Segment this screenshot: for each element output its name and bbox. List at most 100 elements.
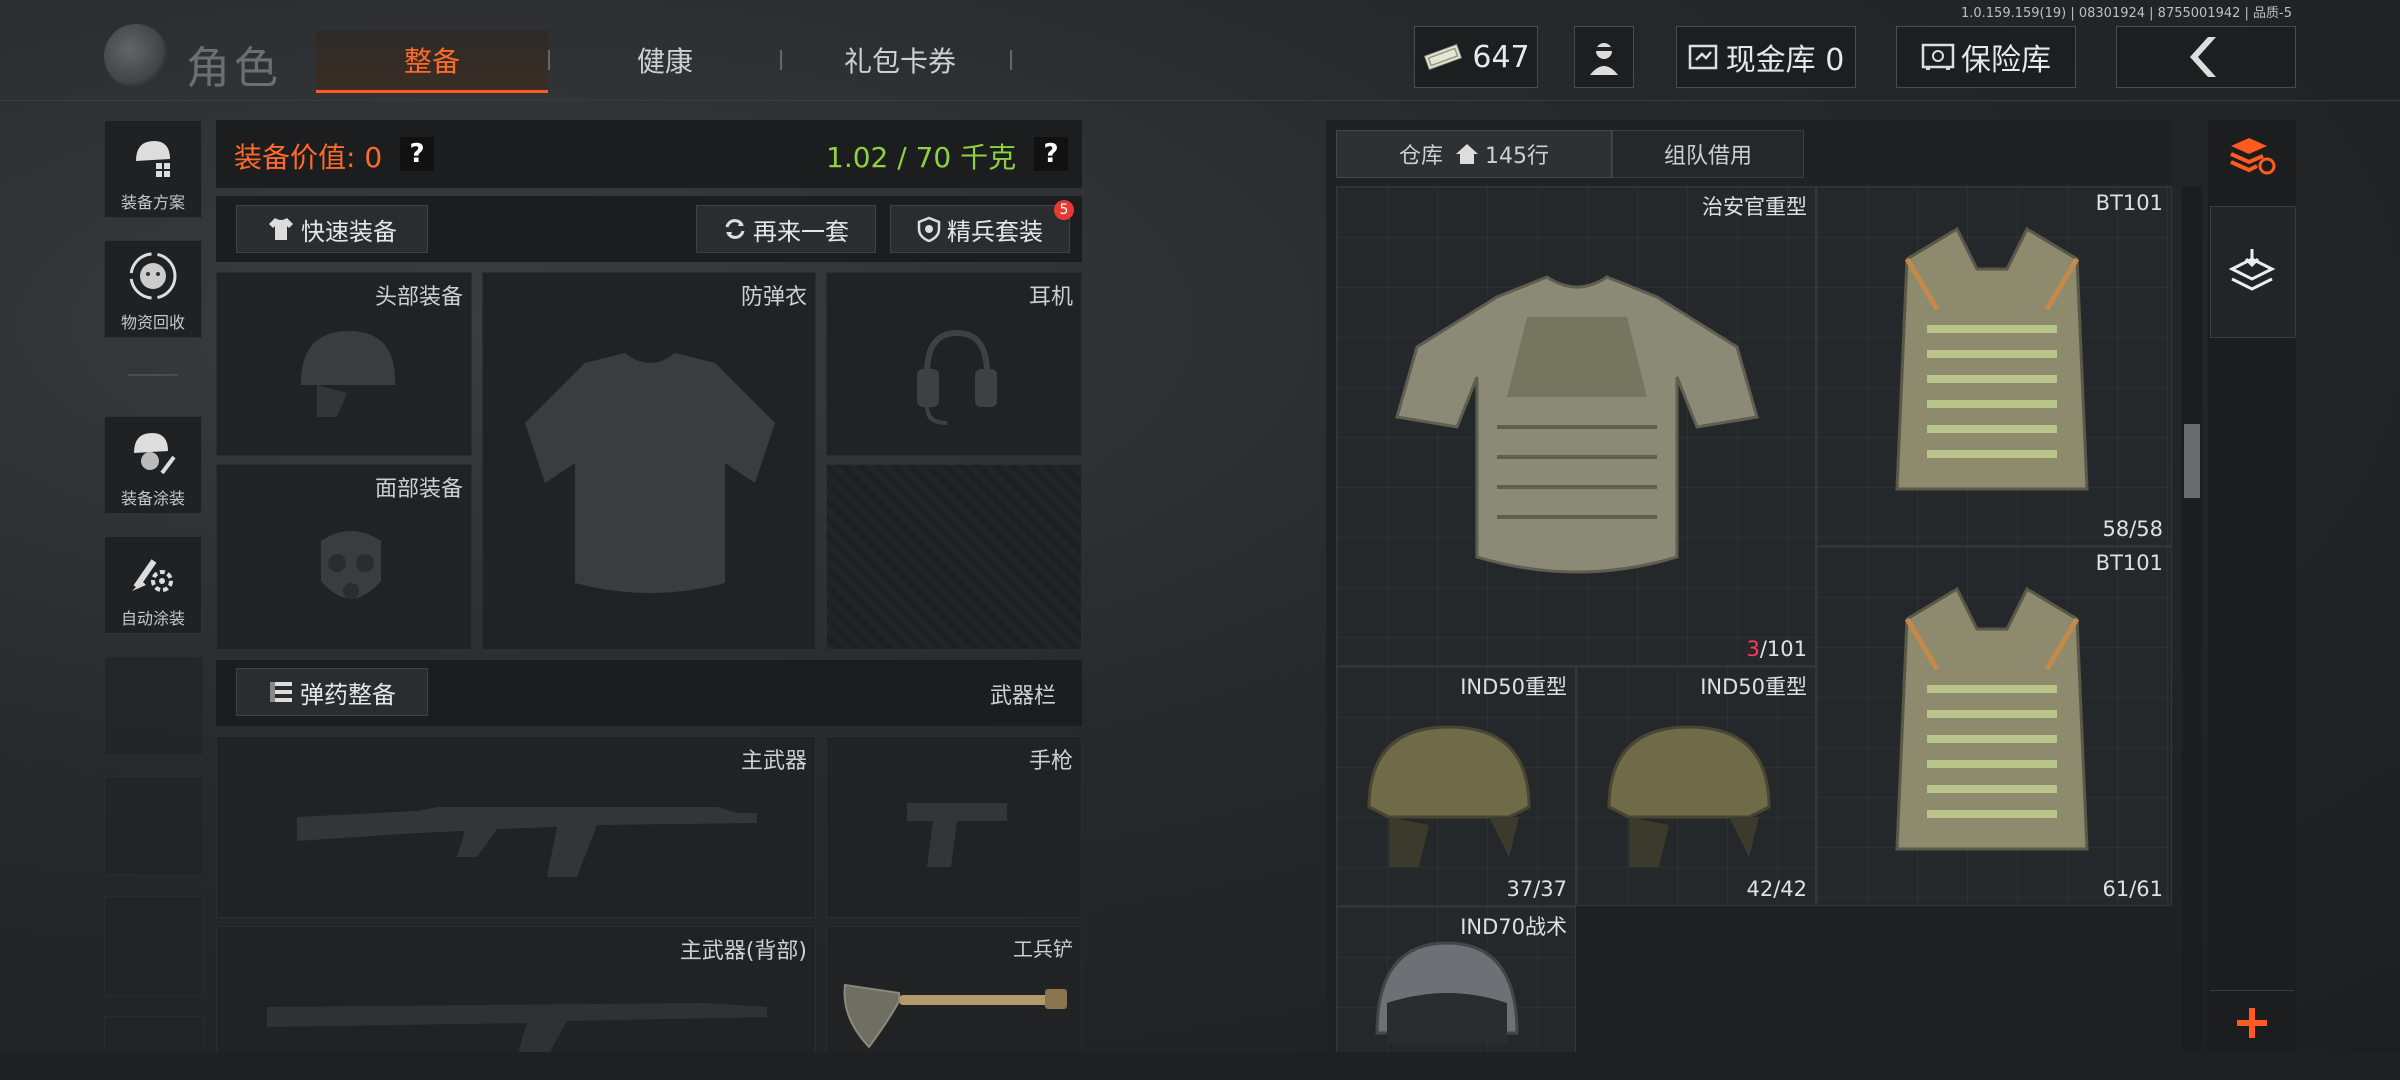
currency-display[interactable]: 647 (1414, 26, 1538, 88)
slot-label: 手枪 (1028, 749, 1073, 774)
sidebar-empty-slot (104, 776, 204, 876)
ammo-loadout-label: 弹药整备 (300, 680, 396, 709)
warehouse-scrollbar-thumb[interactable] (2184, 424, 2200, 498)
item-name: IND50重型 (1460, 675, 1567, 699)
ammo-icon (270, 682, 292, 702)
layers-download-icon (2228, 249, 2276, 291)
safe-box-label: 保险库 (1961, 43, 2051, 78)
tab-divider (548, 50, 550, 70)
slot-pistol[interactable]: 手枪 (826, 736, 1082, 918)
recycle-face-icon (129, 252, 177, 300)
sidebar-item-label: 物资回收 (120, 313, 185, 332)
tab-gift-coupons[interactable]: 礼包卡券 (800, 30, 1000, 90)
headset-silhouette-icon (917, 329, 997, 425)
header-divider (0, 100, 2400, 101)
item-name: BT101 (2095, 551, 2163, 575)
agent-icon (1590, 43, 1618, 75)
tab-team-borrow[interactable]: 组队借用 (1612, 130, 1804, 178)
sidebar-item-label: 装备方案 (120, 193, 185, 212)
weapon-bar-label: 武器栏 (990, 684, 1057, 709)
agent-button[interactable] (1574, 26, 1634, 88)
add-button[interactable] (2210, 990, 2294, 1055)
slot-body-armor[interactable]: 防弹衣 (482, 272, 816, 650)
sidebar-item-label: 自动涂装 (120, 609, 185, 628)
weight-help-icon[interactable]: ? (1034, 137, 1068, 171)
sort-refresh-button[interactable] (2210, 124, 2294, 188)
helmet-icon (1367, 725, 1531, 867)
weight-display: 1.02 / 70 千克 (826, 141, 1017, 174)
slot-label: 耳机 (1028, 285, 1073, 310)
warehouse-scrollbar-track[interactable] (2182, 186, 2202, 1056)
safe-box-button[interactable]: 保险库 (1896, 26, 2076, 88)
ammo-loadout-button[interactable]: 弹药整备 (236, 668, 428, 716)
slot-primary-weapon[interactable]: 主武器 (216, 736, 816, 918)
item-count: 42/42 (1746, 877, 1807, 901)
back-button[interactable] (2116, 26, 2296, 88)
cash-vault-label: 现金库 0 (1725, 43, 1845, 78)
item-count-current: 3 (1746, 637, 1760, 661)
home-icon (1456, 144, 1478, 164)
tab-team-label: 组队借用 (1663, 144, 1752, 169)
tactical-helmet-icon (1375, 941, 1519, 1043)
heavy-armor-vest-icon (1395, 275, 1759, 574)
slot-primary-weapon-back[interactable]: 主武器(背部) (216, 926, 816, 1057)
plus-icon (2237, 1008, 2267, 1038)
brush-gear-icon (132, 559, 173, 592)
item-count: 61/61 (2102, 877, 2163, 901)
tab-divider (1010, 50, 1012, 70)
inventory-item[interactable]: IND50重型 42/42 (1576, 666, 1816, 906)
pistol-silhouette-icon (907, 803, 1007, 867)
shield-icon (917, 216, 941, 242)
version-text: 1.0.159.159(19) | 08301924 | 8755001942 … (1960, 6, 2292, 21)
cash-vault-button[interactable]: 现金库 0 (1676, 26, 1856, 88)
plate-carrier-icon (1895, 226, 2089, 491)
slot-label: 主武器 (740, 749, 807, 774)
slot-label: 头部装备 (374, 285, 463, 310)
slot-headset[interactable]: 耳机 (826, 272, 1082, 456)
item-count: 58/58 (2102, 517, 2163, 541)
tab-warehouse-label: 仓库 (1398, 144, 1443, 169)
inventory-item[interactable]: BT101 58/58 (1816, 186, 2172, 546)
gas-mask-silhouette-icon (321, 531, 381, 599)
vault-icon (1688, 44, 1717, 70)
slot-label: 主武器(背部) (679, 939, 807, 964)
cash-icon (1424, 43, 1463, 71)
helmet-grid-icon (136, 141, 170, 177)
tab-health-label: 健康 (636, 45, 693, 78)
warehouse-rows: 145行 (1485, 144, 1549, 169)
slot-face[interactable]: 面部装备 (216, 464, 472, 650)
inventory-item[interactable]: IND70战术 (1336, 906, 1576, 1056)
slot-label: 面部装备 (374, 477, 463, 502)
elite-set-button[interactable]: 精兵套装 (890, 205, 1070, 253)
stack-down-button[interactable] (2210, 206, 2296, 338)
vest-silhouette-icon (525, 353, 775, 593)
repeat-set-label: 再来一套 (753, 217, 849, 246)
inventory-item[interactable]: IND50重型 37/37 (1336, 666, 1576, 906)
inventory-item[interactable]: BT101 61/61 (1816, 546, 2172, 906)
tab-warehouse[interactable]: 仓库 145行 (1336, 130, 1612, 178)
helmet-icon (1607, 725, 1771, 867)
plate-carrier-icon (1895, 586, 2089, 851)
sidebar-divider (128, 374, 178, 376)
tab-loadout-label: 整备 (403, 45, 460, 78)
elite-set-label: 精兵套装 (947, 217, 1043, 246)
inventory-item[interactable]: 治安官重型 3/101 (1336, 186, 1816, 666)
slot-label: 工兵铲 (1013, 937, 1073, 961)
repeat-set-button[interactable]: 再来一套 (696, 205, 876, 253)
sidebar-empty-slot (104, 656, 204, 756)
value-help-icon[interactable]: ? (400, 137, 434, 171)
sidebar-item-loadout-plan[interactable]: 装备方案 (104, 120, 202, 218)
quick-equip-button[interactable]: 快速装备 (236, 205, 428, 253)
slot-head[interactable]: 头部装备 (216, 272, 472, 456)
item-count-max: /101 (1759, 637, 1807, 661)
tab-loadout[interactable]: 整备 (316, 30, 548, 93)
sidebar-item-material-recycle[interactable]: 物资回收 (104, 240, 202, 338)
slot-shovel[interactable]: 工兵铲 (826, 926, 1082, 1056)
sidebar-item-equipment-skin[interactable]: 装备涂装 (104, 416, 202, 514)
item-count: 37/37 (1506, 877, 1567, 901)
layers-refresh-icon (2230, 138, 2276, 175)
sidebar-item-auto-skin[interactable]: 自动涂装 (104, 536, 202, 634)
notification-badge: 5 (1054, 200, 1074, 220)
item-name: 治安官重型 (1702, 195, 1807, 219)
tab-health[interactable]: 健康 (570, 30, 760, 90)
